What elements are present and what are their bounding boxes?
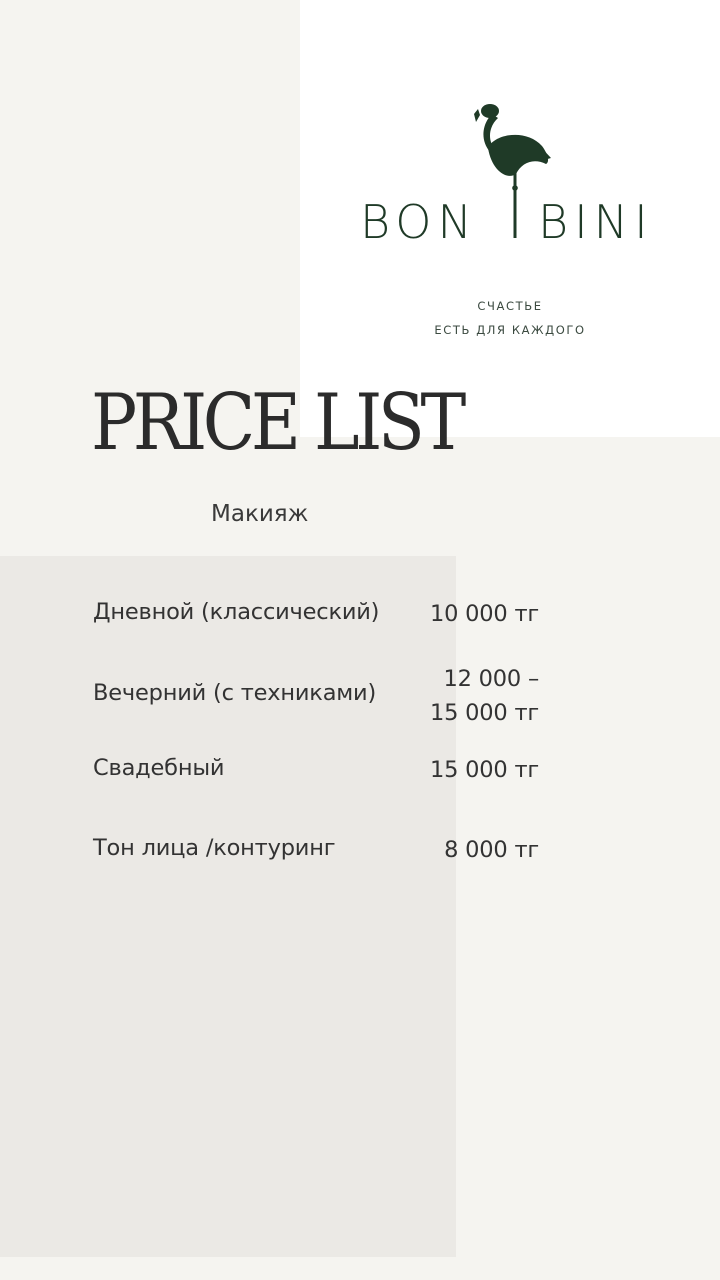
page-title: PRICE LIST: [91, 378, 466, 468]
price-line: 15 000 тг: [429, 757, 539, 783]
tagline-line-1: СЧАСТЬЕ: [477, 299, 543, 313]
price-line: 15 000 тг: [429, 700, 539, 726]
price-line: 8 000 тг: [444, 837, 539, 863]
logo-text: BON: [360, 195, 478, 245]
bonbini-logo: BON BINI: [360, 104, 654, 245]
service-price: 8 000 тг: [444, 833, 539, 867]
background-panel-grey: [0, 556, 456, 1257]
service-name: Вечерний (с техниками): [93, 680, 377, 706]
service-name: Тон лица /контуринг: [93, 835, 336, 861]
service-price: 15 000 тг: [430, 753, 539, 787]
logo-text-2: BINI: [538, 195, 654, 245]
price-line: 12 000 –: [443, 666, 539, 692]
price-line: 10 000 тг: [429, 601, 539, 627]
tagline: СЧАСТЬЕ ЕСТЬ ДЛЯ КАЖДОГО: [300, 294, 720, 342]
service-price: 12 000 – 15 000 тг: [430, 662, 539, 730]
service-name: Дневной (классический): [93, 599, 380, 625]
service-name: Свадебный: [93, 755, 225, 781]
tagline-line-2: ЕСТЬ ДЛЯ КАЖДОГО: [434, 323, 586, 337]
section-heading: Макияж: [211, 501, 309, 527]
service-price: 10 000 тг: [430, 597, 539, 631]
